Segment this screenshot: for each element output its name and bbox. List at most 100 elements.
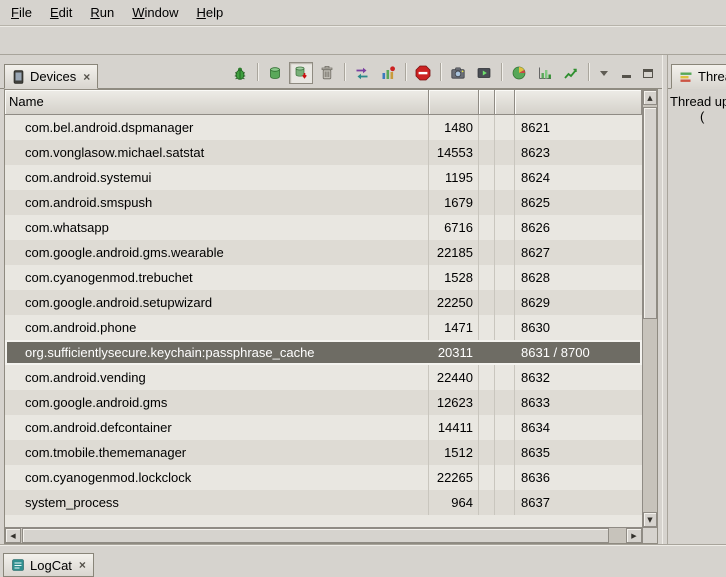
process-status-cell	[495, 290, 515, 315]
devices-tabbar: Devices ×	[0, 61, 662, 89]
column-header-port[interactable]	[515, 90, 642, 115]
threads-icon	[679, 70, 693, 84]
screen-record-button[interactable]	[472, 62, 496, 84]
menu-item[interactable]: Run	[81, 1, 123, 24]
view-menu-button[interactable]	[594, 64, 614, 82]
update-heap-icon	[267, 65, 283, 81]
process-port-cell: 8630	[515, 315, 642, 340]
process-status-cell	[479, 440, 495, 465]
process-name-cell: com.bel.android.dspmanager	[5, 115, 429, 140]
tab-devices[interactable]: Devices ×	[4, 64, 98, 89]
close-icon[interactable]: ×	[77, 558, 86, 572]
column-header-pid[interactable]	[429, 90, 479, 115]
main-toolbar	[0, 26, 726, 55]
process-name-cell: com.android.systemui	[5, 165, 429, 190]
toolbar-separator	[344, 63, 345, 81]
devices-table-header: Name	[5, 90, 642, 115]
screen-capture-button[interactable]	[446, 62, 470, 84]
horizontal-scrollbar[interactable]: ◀ ▶	[5, 527, 642, 543]
process-status-cell	[479, 390, 495, 415]
process-status-cell	[495, 165, 515, 190]
cause-gc-button[interactable]	[315, 62, 339, 84]
process-status-cell	[495, 440, 515, 465]
close-icon[interactable]: ×	[81, 70, 90, 84]
device-process-row[interactable]: com.android.systemui 1195 8624	[5, 165, 642, 190]
device-process-row[interactable]: org.sufficientlysecure.keychain:passphra…	[5, 340, 642, 365]
process-port-cell: 8633	[515, 390, 642, 415]
dump-hprof-button[interactable]	[289, 62, 313, 84]
stop-process-button[interactable]	[411, 62, 435, 84]
screen-record-icon	[476, 65, 492, 81]
process-status-cell	[495, 265, 515, 290]
method-profiling-button[interactable]	[376, 62, 400, 84]
update-threads-button[interactable]	[350, 62, 374, 84]
perf-chart-button[interactable]	[559, 62, 583, 84]
process-name-cell: com.google.android.setupwizard	[5, 290, 429, 315]
device-process-row[interactable]: com.vonglasow.michael.satstat 14553 8623	[5, 140, 642, 165]
menu-item[interactable]: Edit	[41, 1, 81, 24]
scroll-left-icon[interactable]: ◀	[5, 528, 21, 543]
process-status-cell	[495, 490, 515, 515]
process-status-cell	[479, 490, 495, 515]
device-process-row[interactable]: com.android.smspush 1679 8625	[5, 190, 642, 215]
maximize-view-button[interactable]	[638, 64, 658, 82]
debug-process-button[interactable]	[228, 62, 252, 84]
device-process-row[interactable]: com.cyanogenmod.trebuchet 1528 8628	[5, 265, 642, 290]
tab-threads[interactable]: Threads	[671, 64, 726, 89]
horizontal-scroll-track[interactable]	[21, 528, 626, 543]
device-process-row[interactable]: com.google.android.setupwizard 22250 862…	[5, 290, 642, 315]
stop-process-icon	[415, 65, 431, 81]
process-status-cell	[479, 315, 495, 340]
menu-bar: FileEditRunWindowHelp	[0, 0, 726, 26]
column-header-name[interactable]: Name	[5, 90, 429, 115]
tab-logcat[interactable]: LogCat ×	[3, 553, 94, 577]
process-pid-cell: 6716	[429, 215, 479, 240]
process-port-cell: 8624	[515, 165, 642, 190]
column-header-status1[interactable]	[479, 90, 495, 115]
process-pid-cell: 22250	[429, 290, 479, 315]
menu-item[interactable]: Window	[123, 1, 187, 24]
vertical-scrollbar[interactable]: ▲ ▼	[642, 90, 657, 527]
toolbar-separator	[588, 63, 589, 81]
process-pid-cell: 1679	[429, 190, 479, 215]
device-process-row[interactable]: system_process 964 8637	[5, 490, 642, 515]
perf-chart-icon	[563, 65, 579, 81]
device-process-row[interactable]: com.android.vending 22440 8632	[5, 365, 642, 390]
device-process-row[interactable]: com.bel.android.dspmanager 1480 8621	[5, 115, 642, 140]
logcat-bar: LogCat ×	[0, 550, 726, 576]
vertical-scroll-thumb[interactable]	[643, 107, 657, 319]
threads-message-line1: Thread up	[670, 94, 724, 109]
device-process-row[interactable]: com.google.android.gms 12623 8633	[5, 390, 642, 415]
process-status-cell	[479, 165, 495, 190]
scroll-right-icon[interactable]: ▶	[626, 528, 642, 543]
process-status-cell	[495, 340, 515, 365]
vertical-scroll-track[interactable]	[643, 105, 657, 512]
horizontal-scroll-thumb[interactable]	[22, 528, 609, 543]
menu-item[interactable]: File	[2, 1, 41, 24]
device-process-row[interactable]: com.android.phone 1471 8630	[5, 315, 642, 340]
column-header-status2[interactable]	[495, 90, 515, 115]
device-process-row[interactable]: com.android.defcontainer 14411 8634	[5, 415, 642, 440]
heap-chart-button[interactable]	[533, 62, 557, 84]
devices-tab-label: Devices	[30, 69, 76, 84]
minimize-view-button[interactable]	[616, 64, 636, 82]
device-process-row[interactable]: com.whatsapp 6716 8626	[5, 215, 642, 240]
main-window: FileEditRunWindowHelp Devices ×	[0, 0, 726, 576]
scrollbar-corner	[642, 527, 657, 543]
process-status-cell	[495, 140, 515, 165]
process-name-cell: com.cyanogenmod.trebuchet	[5, 265, 429, 290]
process-name-cell: com.whatsapp	[5, 215, 429, 240]
menu-item[interactable]: Help	[187, 1, 232, 24]
device-process-row[interactable]: com.google.android.gms.wearable 22185 86…	[5, 240, 642, 265]
toolbar-separator	[257, 63, 258, 81]
update-heap-button[interactable]	[263, 62, 287, 84]
process-status-cell	[479, 140, 495, 165]
device-process-row[interactable]: com.cyanogenmod.lockclock 22265 8636	[5, 465, 642, 490]
sysinfo-button[interactable]	[507, 62, 531, 84]
scroll-down-icon[interactable]: ▼	[643, 512, 657, 527]
process-port-cell: 8623	[515, 140, 642, 165]
scroll-up-icon[interactable]: ▲	[643, 90, 657, 105]
device-process-row[interactable]: com.tmobile.thememanager 1512 8635	[5, 440, 642, 465]
process-pid-cell: 14411	[429, 415, 479, 440]
process-status-cell	[495, 190, 515, 215]
